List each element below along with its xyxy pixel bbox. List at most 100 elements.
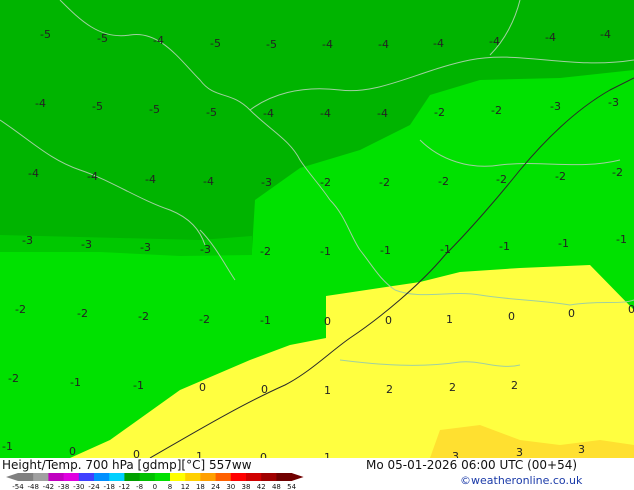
temp-label: -2 — [612, 166, 623, 179]
temp-label: -2 — [434, 106, 445, 119]
temp-label: 1 — [324, 451, 331, 458]
temp-label: -5 — [40, 28, 51, 41]
temp-label: -1 — [558, 237, 569, 250]
scale-tick-label: -12 — [119, 483, 130, 490]
scale-tick-label: 0 — [153, 483, 157, 490]
temp-label: -1 — [499, 240, 510, 253]
temp-label: -4 — [263, 107, 274, 120]
temp-label: 2 — [511, 379, 518, 392]
temp-label: -2 — [320, 176, 331, 189]
scale-tick-label: 42 — [257, 483, 266, 490]
temp-label: -1 — [440, 243, 451, 256]
temp-label: -1 — [2, 440, 13, 453]
scale-tick-label: -54 — [12, 483, 24, 490]
temp-label: 1 — [324, 384, 331, 397]
temp-label: 3 — [452, 450, 459, 458]
scale-tick-label: 18 — [196, 483, 205, 490]
temp-label: -5 — [92, 100, 103, 113]
temp-label: -1 — [380, 244, 391, 257]
temp-label: -3 — [81, 238, 92, 251]
scale-swatch — [200, 473, 217, 481]
temp-label: -4 — [203, 175, 214, 188]
temp-label: 0 — [385, 314, 392, 327]
temp-label: -5 — [210, 37, 221, 50]
scale-swatch — [48, 473, 65, 481]
scale-swatch — [78, 473, 95, 481]
temp-label: -5 — [97, 32, 108, 45]
temp-label: -5 — [206, 106, 217, 119]
temp-label: -4 — [35, 97, 46, 110]
temp-label: -3 — [22, 234, 33, 247]
temp-label: -2 — [260, 245, 271, 258]
scale-swatch — [246, 473, 262, 481]
scale-tick-label: 54 — [287, 483, 296, 490]
temp-label: 0 — [568, 307, 575, 320]
temp-label: -1 — [70, 376, 81, 389]
temp-label: -1 — [133, 379, 144, 392]
temp-label: -4 — [320, 107, 331, 120]
weather-map: -5 -5 -4 -5 -5 -4 -4 -4 -4 -4 -4 -4 -5 -… — [0, 0, 634, 458]
map-canvas: -5 -5 -4 -5 -5 -4 -4 -4 -4 -4 -4 -4 -5 -… — [0, 0, 634, 458]
scale-tick-label: -38 — [58, 483, 69, 490]
scale-swatch — [261, 473, 277, 481]
scale-arrow-left — [6, 473, 18, 481]
temp-label: -4 — [322, 38, 333, 51]
color-scale: -54 -48 -42 -38 -30 -24 -18 -12 -8 0 8 12 18 24 30 38 42… — [6, 473, 304, 490]
map-footer: Height/Temp. 700 hPa [gdmp][°C] 557ww Mo… — [0, 458, 634, 490]
temp-label: -5 — [266, 38, 277, 51]
temp-label: 0 — [260, 451, 267, 458]
temp-label: -4 — [87, 170, 98, 183]
temp-label: 0 — [199, 381, 206, 394]
temp-label: -4 — [153, 34, 164, 47]
scale-tick-label: -30 — [73, 483, 84, 490]
map-title: Height/Temp. 700 hPa [gdmp][°C] 557ww — [2, 458, 252, 472]
temp-label: 0 — [261, 383, 268, 396]
scale-tick-label: 8 — [168, 483, 172, 490]
temp-label: 0 — [69, 445, 76, 458]
temp-label: -2 — [77, 307, 88, 320]
scale-tick-label: 12 — [181, 483, 190, 490]
temp-label: -2 — [15, 303, 26, 316]
scale-tick-label: -42 — [43, 483, 54, 490]
temp-label: 1 — [446, 313, 453, 326]
temp-label: -4 — [545, 31, 556, 44]
scale-tick-label: -8 — [136, 483, 143, 490]
scale-swatch — [18, 473, 34, 481]
scale-arrow-right — [291, 473, 304, 481]
temp-label: 3 — [578, 443, 585, 456]
temp-label: -2 — [496, 173, 507, 186]
scale-swatch — [124, 473, 141, 481]
scale-tick-label: 24 — [211, 483, 220, 490]
temp-label: 0 — [508, 310, 515, 323]
temp-label: -4 — [377, 107, 388, 120]
temp-label: 1 — [196, 450, 203, 458]
scale-tick-label: -48 — [27, 483, 38, 490]
color-scale-ticks: -54 -48 -42 -38 -30 -24 -18 -12 -8 0 8 12 18 24 30 38 42… — [12, 483, 296, 490]
scale-tick-label: -24 — [88, 483, 100, 490]
scale-tick-label: 48 — [272, 483, 281, 490]
scale-swatch — [276, 473, 293, 481]
scale-swatch — [109, 473, 125, 481]
temp-label: -4 — [489, 35, 500, 48]
temp-label: -2 — [199, 313, 210, 326]
scale-tick-label: -18 — [103, 483, 114, 490]
scale-tick-label: 38 — [242, 483, 251, 490]
temp-label: -4 — [600, 28, 611, 41]
temp-label: -4 — [378, 38, 389, 51]
temp-label: -4 — [28, 167, 39, 180]
scale-swatch — [185, 473, 201, 481]
temp-label: -1 — [320, 245, 331, 258]
scale-swatch — [230, 473, 247, 481]
scale-swatch — [154, 473, 171, 481]
temp-label: -3 — [261, 176, 272, 189]
temp-label: -3 — [140, 241, 151, 254]
scale-tick-label: 30 — [226, 483, 235, 490]
color-scale-bars — [6, 473, 304, 481]
temp-label: -5 — [149, 103, 160, 116]
temp-label: -3 — [200, 243, 211, 256]
scale-swatch — [33, 473, 49, 481]
temp-label: -2 — [8, 372, 19, 385]
temp-label: -1 — [616, 233, 627, 246]
scale-swatch — [94, 473, 110, 481]
temp-label: 0 — [324, 315, 331, 328]
